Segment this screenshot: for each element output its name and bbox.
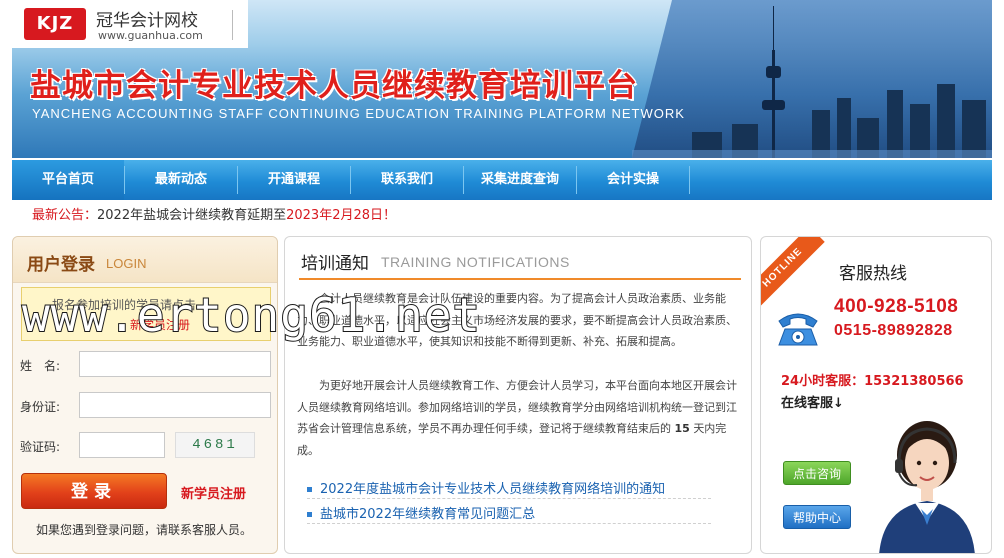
header-banner: KJZ 冠华会计网校 www.guanhua.com 盐城市会计专业技术人员继续… <box>12 0 992 158</box>
login-help-text: 如果您遇到登录问题，请联系客服人员。 <box>36 523 253 537</box>
nav-item-home[interactable]: 平台首页 <box>12 160 124 200</box>
training-link-1-text[interactable]: 2022年度盐城市会计专业技术人员继续教育网络培训的通知 <box>320 482 665 497</box>
bullet-icon <box>307 512 312 517</box>
training-notice-panel: 培训通知 TRAINING NOTIFICATIONS 会计人员继续教育是会计队… <box>284 236 752 554</box>
name-input[interactable] <box>79 351 271 377</box>
brand-name: 冠华会计网校 <box>96 11 198 31</box>
announcement-text: 2022年盐城会计继续教育延期至 <box>97 208 287 223</box>
logo-divider <box>232 10 233 40</box>
page: KJZ 冠华会计网校 www.guanhua.com 盐城市会计专业技术人员继续… <box>0 0 1004 558</box>
brand-url: www.guanhua.com <box>98 29 203 42</box>
training-paragraph-2-text: 为更好地开展会计人员继续教育工作、方便会计人员学习，本平台面向本地区开展会计人员… <box>297 379 737 435</box>
consult-button[interactable]: 点击咨询 <box>783 461 851 485</box>
nav-separator <box>689 166 690 194</box>
training-paragraph-2: 为更好地开展会计人员继续教育工作、方便会计人员学习，本平台面向本地区开展会计人员… <box>297 375 743 461</box>
login-button[interactable]: 登录 <box>21 473 167 509</box>
customer-service-panel: HOTLINE 客服热线 400-928-5108 0515-89892828 … <box>760 236 992 554</box>
logo-badge[interactable]: KJZ <box>24 8 86 40</box>
skyline-illustration <box>632 0 992 158</box>
training-paragraph-2-days: 15 <box>674 422 690 435</box>
register-link[interactable]: 新学员注册 <box>181 483 246 502</box>
help-center-button[interactable]: 帮助中心 <box>783 505 851 529</box>
captcha-image[interactable]: 4681 <box>175 432 255 458</box>
online-service-label: 在线客服↓ <box>781 396 844 411</box>
captcha-label: 验证码: <box>20 440 61 454</box>
watermark-text: www.ertong61.net <box>21 287 482 343</box>
login-panel: 用户登录 LOGIN 报名参加培训的学员请点击 新学员注册 姓 名: 身份证: … <box>12 236 278 554</box>
announcement-bar[interactable]: 最新公告：2022年盐城会计继续教育延期至2023年2月28日！ <box>32 205 396 227</box>
phone-icon <box>778 313 818 346</box>
nav-item-news[interactable]: 最新动态 <box>125 160 237 200</box>
login-title: 用户登录 <box>27 255 95 275</box>
phone-secondary[interactable]: 0515-89892828 <box>834 322 953 340</box>
page-title: 盐城市会计专业技术人员继续教育培训平台 <box>30 68 638 104</box>
page-subtitle: YANCHENG ACCOUNTING STAFF CONTINUING EDU… <box>32 106 685 121</box>
name-label: 姓 名: <box>20 359 61 373</box>
nav-item-courses[interactable]: 开通课程 <box>238 160 350 200</box>
training-subtitle: TRAINING NOTIFICATIONS <box>381 254 570 270</box>
training-title: 培训通知 <box>301 254 369 274</box>
login-subtitle: LOGIN <box>106 256 147 271</box>
id-card-label: 身份证: <box>20 400 61 414</box>
main-nav: 平台首页 最新动态 开通课程 联系我们 采集进度查询 会计实操 <box>12 160 992 200</box>
announcement-date: 2023年2月28日！ <box>286 208 397 223</box>
training-link-2-text[interactable]: 盐城市2022年继续教育常见问题汇总 <box>320 507 535 522</box>
training-link-2[interactable]: 盐城市2022年继续教育常见问题汇总 <box>307 503 535 522</box>
training-title-underline <box>299 278 741 280</box>
service-title: 客服热线 <box>839 264 907 284</box>
link-divider <box>307 523 711 524</box>
announcement-label: 最新公告： <box>32 208 98 223</box>
bullet-icon <box>307 487 312 492</box>
customer-service-agent-icon <box>879 421 975 553</box>
nav-item-progress[interactable]: 采集进度查询 <box>464 160 576 200</box>
link-divider <box>307 498 711 499</box>
id-card-input[interactable] <box>79 392 271 418</box>
nav-item-contact[interactable]: 联系我们 <box>351 160 463 200</box>
hotline-ribbon: HOTLINE <box>761 237 825 310</box>
training-link-1[interactable]: 2022年度盐城市会计专业技术人员继续教育网络培训的通知 <box>307 478 665 497</box>
captcha-input[interactable] <box>79 432 165 458</box>
phone-primary[interactable]: 400-928-5108 <box>834 296 958 318</box>
hotline-24h: 24小时客服：15321380566 <box>781 374 964 389</box>
nav-item-practice[interactable]: 会计实操 <box>577 160 689 200</box>
